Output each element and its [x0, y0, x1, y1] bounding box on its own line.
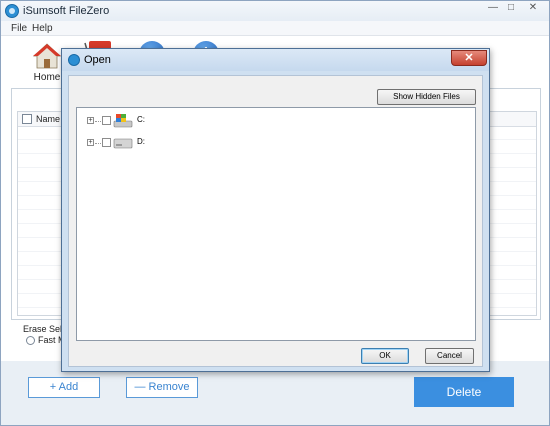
menu-file[interactable]: File	[11, 23, 27, 34]
house-icon	[33, 43, 61, 69]
add-button[interactable]: + Add	[28, 377, 100, 398]
drive-tree[interactable]: + C: + D:	[76, 107, 476, 341]
dialog-close-button[interactable]: ✕	[451, 50, 487, 66]
title-bar: iSumsoft FileZero — □ ✕	[1, 1, 549, 21]
expand-c-button[interactable]: +	[87, 117, 94, 124]
cancel-button[interactable]: Cancel	[425, 348, 474, 364]
menu-bar: File Help	[1, 21, 549, 36]
window-title: iSumsoft FileZero	[23, 5, 110, 17]
dialog-title: Open	[84, 54, 111, 66]
c-drive-label: C:	[137, 115, 145, 124]
d-drive-checkbox[interactable]	[102, 138, 111, 147]
delete-button[interactable]: Delete	[414, 377, 514, 407]
remove-button[interactable]: — Remove	[126, 377, 198, 398]
c-drive-checkbox[interactable]	[102, 116, 111, 125]
maximize-button[interactable]: □	[501, 1, 521, 15]
tree-connector	[95, 143, 101, 144]
minimize-button[interactable]: —	[483, 1, 503, 15]
dialog-title-bar: Open ✕	[62, 49, 489, 71]
select-all-checkbox[interactable]	[22, 114, 32, 124]
column-header-name[interactable]: Name	[36, 114, 60, 124]
expand-d-button[interactable]: +	[87, 139, 94, 146]
app-icon	[5, 4, 19, 18]
dialog-body: Show Hidden Files + C: + D: OK Cancel	[68, 75, 483, 367]
dialog-app-icon	[68, 54, 80, 66]
tree-connector	[95, 121, 101, 122]
close-button[interactable]: ✕	[521, 1, 545, 15]
menu-help[interactable]: Help	[32, 23, 53, 34]
ok-button[interactable]: OK	[361, 348, 409, 364]
fast-mode-radio[interactable]	[26, 336, 35, 345]
show-hidden-files-button[interactable]: Show Hidden Files	[377, 89, 476, 105]
open-dialog: Open ✕ Show Hidden Files + C: + D: OK Ca…	[61, 48, 490, 372]
disk-drive-icon	[113, 138, 133, 149]
d-drive-label: D:	[137, 137, 145, 146]
system-drive-icon	[113, 114, 133, 128]
